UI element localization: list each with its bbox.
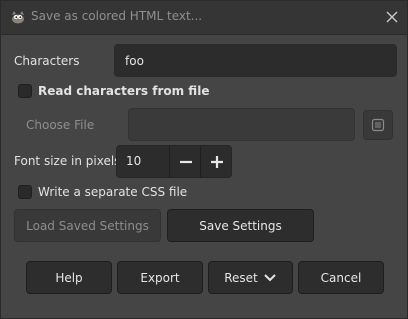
save-settings-button[interactable]: Save Settings xyxy=(167,209,314,242)
separate-css-label[interactable]: Write a separate CSS file xyxy=(38,185,187,199)
load-saved-settings-button[interactable]: Load Saved Settings xyxy=(14,209,161,242)
dialog-title: Save as colored HTML text... xyxy=(31,9,203,23)
font-size-value[interactable]: 10 xyxy=(126,154,141,168)
characters-value: foo xyxy=(125,53,144,68)
read-from-file-label[interactable]: Read characters from file xyxy=(38,84,209,98)
file-browse-icon xyxy=(371,118,385,132)
reset-label: Reset xyxy=(224,270,258,285)
help-button[interactable]: Help xyxy=(26,261,112,294)
export-button[interactable]: Export xyxy=(117,261,203,294)
separate-css-checkbox[interactable] xyxy=(18,185,32,199)
font-size-label: Font size in pixels xyxy=(14,154,121,168)
font-size-spinner[interactable]: 10 xyxy=(116,145,232,178)
reset-button[interactable]: Reset xyxy=(208,261,293,294)
characters-input[interactable]: foo xyxy=(114,44,397,77)
title-bar[interactable]: Save as colored HTML text... xyxy=(1,1,407,35)
choose-file-label: Choose File xyxy=(26,118,95,132)
read-from-file-checkbox[interactable] xyxy=(18,84,32,98)
characters-label: Characters xyxy=(14,54,80,68)
gimp-wilber-icon xyxy=(10,9,26,25)
font-size-increment-button[interactable] xyxy=(200,146,232,177)
chevron-down-icon xyxy=(264,273,276,281)
dialog-window: Save as colored HTML text... Characters … xyxy=(0,0,408,319)
cancel-button[interactable]: Cancel xyxy=(298,261,384,294)
close-button[interactable] xyxy=(383,8,401,26)
close-icon xyxy=(386,11,398,23)
minus-icon xyxy=(179,160,192,163)
font-size-decrement-button[interactable] xyxy=(169,146,201,177)
plus-icon xyxy=(210,155,223,168)
choose-file-button[interactable] xyxy=(363,110,393,140)
choose-file-input[interactable] xyxy=(128,108,355,141)
